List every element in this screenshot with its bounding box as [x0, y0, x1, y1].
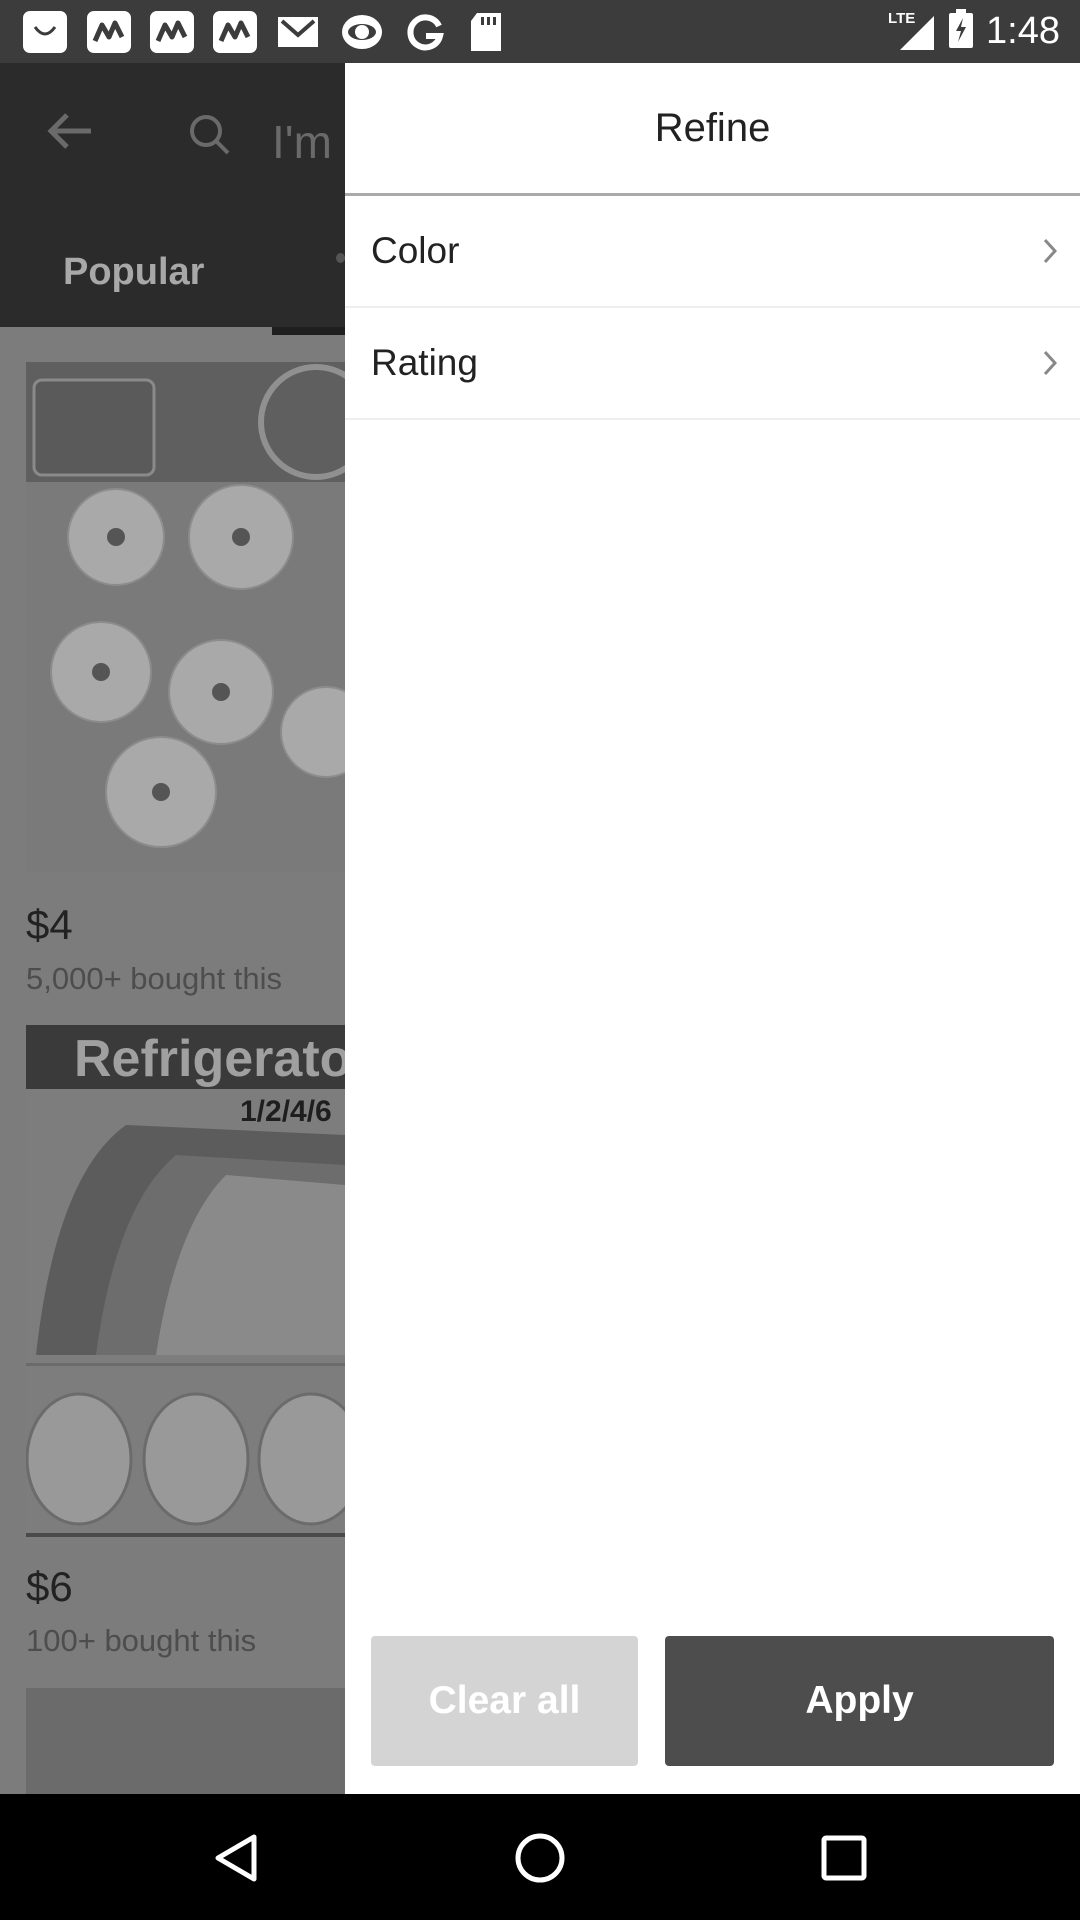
- product-image[interactable]: [26, 1688, 345, 1794]
- cbs-eye-icon: [340, 11, 384, 53]
- tab-popular[interactable]: Popular: [63, 251, 204, 294]
- background-app-bar: I'm Popular: [0, 63, 345, 327]
- drawer-title: Refine: [654, 105, 771, 150]
- recents-icon[interactable]: [820, 1834, 868, 1887]
- chevron-right-icon: [1043, 350, 1058, 376]
- status-bar: LTE 1:48: [0, 0, 1080, 63]
- product-price: $4: [26, 901, 73, 948]
- product-image[interactable]: [26, 362, 345, 872]
- apply-button[interactable]: Apply: [665, 1636, 1054, 1766]
- wish-app-icon: [150, 11, 194, 53]
- gmail-icon: [276, 11, 320, 53]
- tab-underline: [272, 327, 345, 335]
- cell-signal-icon: LTE: [888, 9, 936, 52]
- home-icon[interactable]: [514, 1832, 566, 1889]
- product-sold-count: 100+ bought this: [26, 1623, 257, 1658]
- refine-drawer: Refine Color Rating Clear all Apply: [345, 63, 1080, 1794]
- chevron-right-icon: [1043, 238, 1058, 264]
- mercari-smile-icon: [23, 11, 67, 53]
- product-price: $6: [26, 1563, 73, 1610]
- wish-app-icon: [213, 11, 257, 53]
- navigation-bar: [0, 1794, 1080, 1920]
- filter-label: Color: [371, 230, 460, 271]
- filter-label: Rating: [371, 342, 478, 383]
- product-image[interactable]: Refrigerato 1/2/4/6: [26, 1025, 345, 1539]
- filter-row-color[interactable]: Color: [345, 196, 1080, 308]
- sd-card-icon: [469, 11, 505, 53]
- tab-indicator-dot: [336, 253, 345, 263]
- product-sold-count: 5,000+ bought this: [26, 961, 282, 996]
- filter-row-rating[interactable]: Rating: [345, 308, 1080, 420]
- google-g-icon: [403, 11, 447, 53]
- wish-app-icon: [87, 11, 131, 53]
- search-icon[interactable]: [188, 113, 232, 162]
- back-arrow-icon[interactable]: [45, 111, 95, 156]
- search-input[interactable]: I'm: [272, 115, 332, 169]
- back-icon[interactable]: [212, 1833, 260, 1888]
- clock: 1:48: [986, 10, 1060, 52]
- clear-all-button[interactable]: Clear all: [371, 1636, 638, 1766]
- background-product-list[interactable]: I'm Popular $4 5,000+ bought this Refrig…: [0, 63, 345, 1794]
- network-type: LTE: [888, 9, 916, 27]
- battery-charging-icon: [948, 9, 974, 54]
